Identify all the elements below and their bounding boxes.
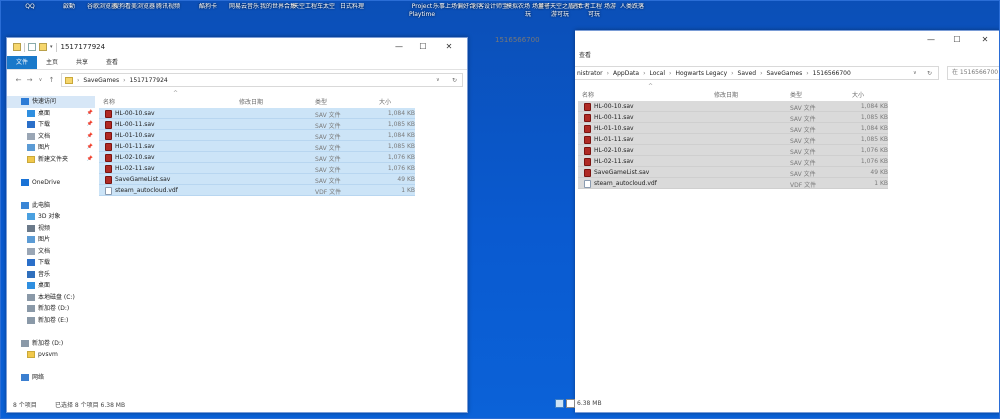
screen-border	[0, 0, 1000, 419]
